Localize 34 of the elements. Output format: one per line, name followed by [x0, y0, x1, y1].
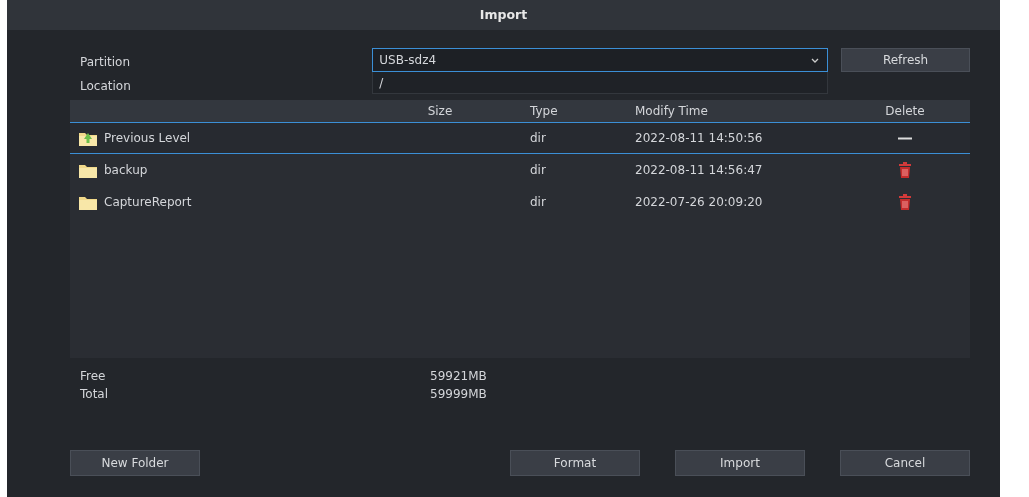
- column-header: Delete: [884, 104, 926, 118]
- location-label: Location: [80, 78, 132, 94]
- new-folder-button[interactable]: New Folder: [70, 450, 200, 476]
- type-cell-text: dir: [529, 131, 547, 145]
- location-field: /: [372, 72, 829, 94]
- dialog-button[interactable]: Cancel: [840, 450, 970, 476]
- column-header: Size: [426, 104, 454, 118]
- time-cell-text: 2022-08-11 14:50:56: [634, 131, 764, 145]
- file-name: Previous Level: [104, 131, 191, 145]
- partition-dropdown[interactable]: USB-sdz4: [372, 48, 829, 72]
- file-row[interactable]: Previous Level dir 2022-08-11 14:50:56: [70, 122, 970, 154]
- time-cell-text: 2022-08-11 14:56:47: [634, 163, 764, 177]
- stat-label: Total: [80, 387, 110, 401]
- type-cell-text: dir: [529, 163, 547, 177]
- dialog-button[interactable]: Format: [510, 450, 640, 476]
- column-header: Type: [529, 104, 559, 118]
- stat-value: 59999MB: [430, 387, 487, 401]
- type-cell-text: dir: [529, 195, 547, 209]
- dash-icon: [898, 136, 912, 140]
- file-name: CaptureReport: [104, 195, 192, 209]
- refresh-button[interactable]: Refresh: [841, 48, 970, 72]
- partition-label: Partition: [80, 54, 131, 70]
- file-name: backup: [104, 163, 148, 177]
- file-row[interactable]: backup dir 2022-08-11 14:56:47: [70, 154, 970, 186]
- stat-label: Free: [80, 369, 107, 383]
- caret-icon: [811, 57, 820, 63]
- window-title: Import: [7, 0, 1000, 30]
- file-row[interactable]: CaptureReport dir 2022-07-26 20:09:20: [70, 186, 970, 218]
- dialog-button[interactable]: Import: [675, 450, 805, 476]
- stat-value: 59921MB: [430, 369, 487, 383]
- time-cell-text: 2022-07-26 20:09:20: [634, 195, 764, 209]
- column-header: Modify Time: [634, 104, 709, 118]
- trash-icon[interactable]: [899, 162, 911, 178]
- trash-icon[interactable]: [899, 194, 911, 210]
